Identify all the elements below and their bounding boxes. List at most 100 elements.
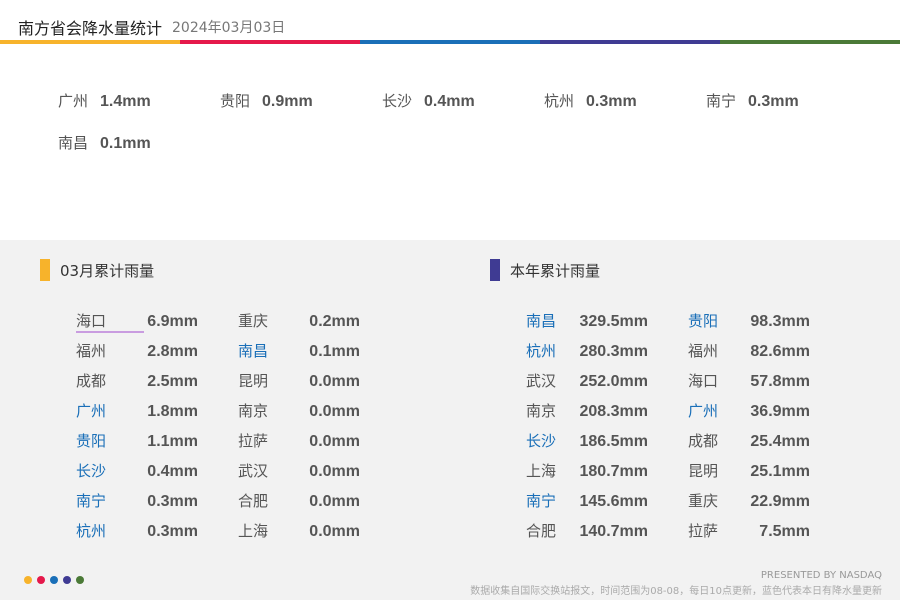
rain-row: 昆明 25.1mm <box>688 460 810 490</box>
footer-note: 数据收集自国际交换站报文，时间范围为08-08，每日10点更新，蓝色代表本日有降… <box>470 586 882 597</box>
rain-city: 拉萨 <box>238 432 269 450</box>
color-dots <box>24 576 84 584</box>
dot-yellow <box>24 576 32 584</box>
rain-city: 长沙 <box>526 432 557 450</box>
rain-city: 海口 <box>688 372 719 390</box>
rain-city: 合肥 <box>526 522 557 540</box>
rain-value: 1.8mm <box>147 403 198 420</box>
rain-value: 186.5mm <box>579 433 649 450</box>
rain-value: 0.0mm <box>309 463 360 480</box>
rain-city: 上海 <box>238 522 269 540</box>
rain-value: 22.9mm <box>750 493 810 510</box>
rain-city: 杭州 <box>526 342 557 360</box>
rain-city: 广州 <box>76 402 107 420</box>
rain-row: 南宁 145.6mm <box>526 490 648 520</box>
rain-row: 重庆 22.9mm <box>688 490 810 520</box>
rain-city: 海口 <box>76 310 144 333</box>
rain-city: 成都 <box>76 372 107 390</box>
dot-purple <box>63 576 71 584</box>
rain-value: 0.4mm <box>147 463 198 480</box>
dot-red <box>37 576 45 584</box>
rain-value: 25.4mm <box>750 433 810 450</box>
rain-value: 280.3mm <box>579 343 649 360</box>
rain-value: 180.7mm <box>579 463 649 480</box>
monthly-section-title: 03月累计雨量 <box>40 259 154 281</box>
page-title: 南方省会降水量统计 <box>18 19 163 38</box>
rain-value: 2.5mm <box>147 373 198 390</box>
rain-city: 拉萨 <box>688 522 719 540</box>
today-item: 贵阳 0.9mm <box>220 90 313 111</box>
rain-city: 昆明 <box>688 462 719 480</box>
today-value: 0.3mm <box>748 93 799 110</box>
today-value: 1.4mm <box>100 93 151 110</box>
rain-row: 杭州 0.3mm <box>76 520 198 550</box>
header: 南方省会降水量统计 2024年03月03日 <box>0 0 900 40</box>
today-city: 贵阳 <box>220 92 251 110</box>
rain-row: 拉萨 7.5mm <box>688 520 810 550</box>
rain-value: 145.6mm <box>579 493 649 510</box>
rain-city: 南昌 <box>526 312 557 330</box>
rain-row: 广州 36.9mm <box>688 400 810 430</box>
rain-city: 长沙 <box>76 462 107 480</box>
rain-value: 57.8mm <box>750 373 810 390</box>
rain-value: 0.0mm <box>309 403 360 420</box>
today-city: 广州 <box>58 92 89 110</box>
rain-row: 贵阳 1.1mm <box>76 430 198 460</box>
monthly-title-marker <box>40 259 50 281</box>
today-item: 南宁 0.3mm <box>706 90 799 111</box>
yearly-section-title: 本年累计雨量 <box>490 259 600 281</box>
rain-city: 南昌 <box>238 342 269 360</box>
today-item: 广州 1.4mm <box>58 90 151 111</box>
rain-value: 140.7mm <box>579 523 649 540</box>
rain-value: 208.3mm <box>579 403 649 420</box>
today-city: 南宁 <box>706 92 737 110</box>
rain-value: 25.1mm <box>750 463 810 480</box>
rain-city: 武汉 <box>238 462 269 480</box>
rain-value: 82.6mm <box>750 343 810 360</box>
rain-city: 福州 <box>76 342 107 360</box>
yearly-title-marker <box>490 259 500 281</box>
rain-value: 0.0mm <box>309 373 360 390</box>
rain-city: 重庆 <box>238 312 269 330</box>
rain-row: 杭州 280.3mm <box>526 340 648 370</box>
rain-row: 南京 208.3mm <box>526 400 648 430</box>
rain-value: 2.8mm <box>147 343 198 360</box>
rain-city: 重庆 <box>688 492 719 510</box>
today-city: 杭州 <box>544 92 575 110</box>
rain-row: 长沙 186.5mm <box>526 430 648 460</box>
rain-value: 329.5mm <box>579 313 649 330</box>
rain-row: 南京 0.0mm <box>238 400 360 430</box>
rain-row: 上海 180.7mm <box>526 460 648 490</box>
rain-row: 海口 57.8mm <box>688 370 810 400</box>
rain-city: 上海 <box>526 462 557 480</box>
rain-row: 成都 25.4mm <box>688 430 810 460</box>
rain-row: 南宁 0.3mm <box>76 490 198 520</box>
rain-value: 0.0mm <box>309 523 360 540</box>
page-date: 2024年03月03日 <box>172 20 286 36</box>
rain-row: 福州 2.8mm <box>76 340 198 370</box>
rain-city: 贵阳 <box>688 312 719 330</box>
rain-row: 长沙 0.4mm <box>76 460 198 490</box>
rain-value: 0.0mm <box>309 493 360 510</box>
today-item: 南昌 0.1mm <box>58 132 151 153</box>
rain-value: 0.1mm <box>309 343 360 360</box>
rain-value: 252.0mm <box>579 373 649 390</box>
rain-row: 南昌 329.5mm <box>526 310 648 340</box>
rain-city: 福州 <box>688 342 719 360</box>
rain-city: 武汉 <box>526 372 557 390</box>
today-value: 0.4mm <box>424 93 475 110</box>
today-city: 南昌 <box>58 134 89 152</box>
presented-by: PRESENTED BY NASDAQ <box>760 570 882 581</box>
today-item: 杭州 0.3mm <box>544 90 637 111</box>
rain-city: 合肥 <box>238 492 269 510</box>
cumulative-panel: 03月累计雨量 本年累计雨量 海口 6.9mm 福州 2.8mm 成都 2.5mm 广州 1.… <box>0 240 900 600</box>
rain-row: 南昌 0.1mm <box>238 340 360 370</box>
rain-row: 广州 1.8mm <box>76 400 198 430</box>
rain-city: 南宁 <box>76 492 107 510</box>
today-value: 0.1mm <box>100 135 151 152</box>
today-rainfall: 广州 1.4mm 贵阳 0.9mm 长沙 0.4mm 杭州 0.3mm 南宁 0… <box>0 44 900 240</box>
today-item: 长沙 0.4mm <box>382 90 475 111</box>
rain-city: 广州 <box>688 402 719 420</box>
rain-row: 贵阳 98.3mm <box>688 310 810 340</box>
rain-value: 7.5mm <box>759 523 810 540</box>
